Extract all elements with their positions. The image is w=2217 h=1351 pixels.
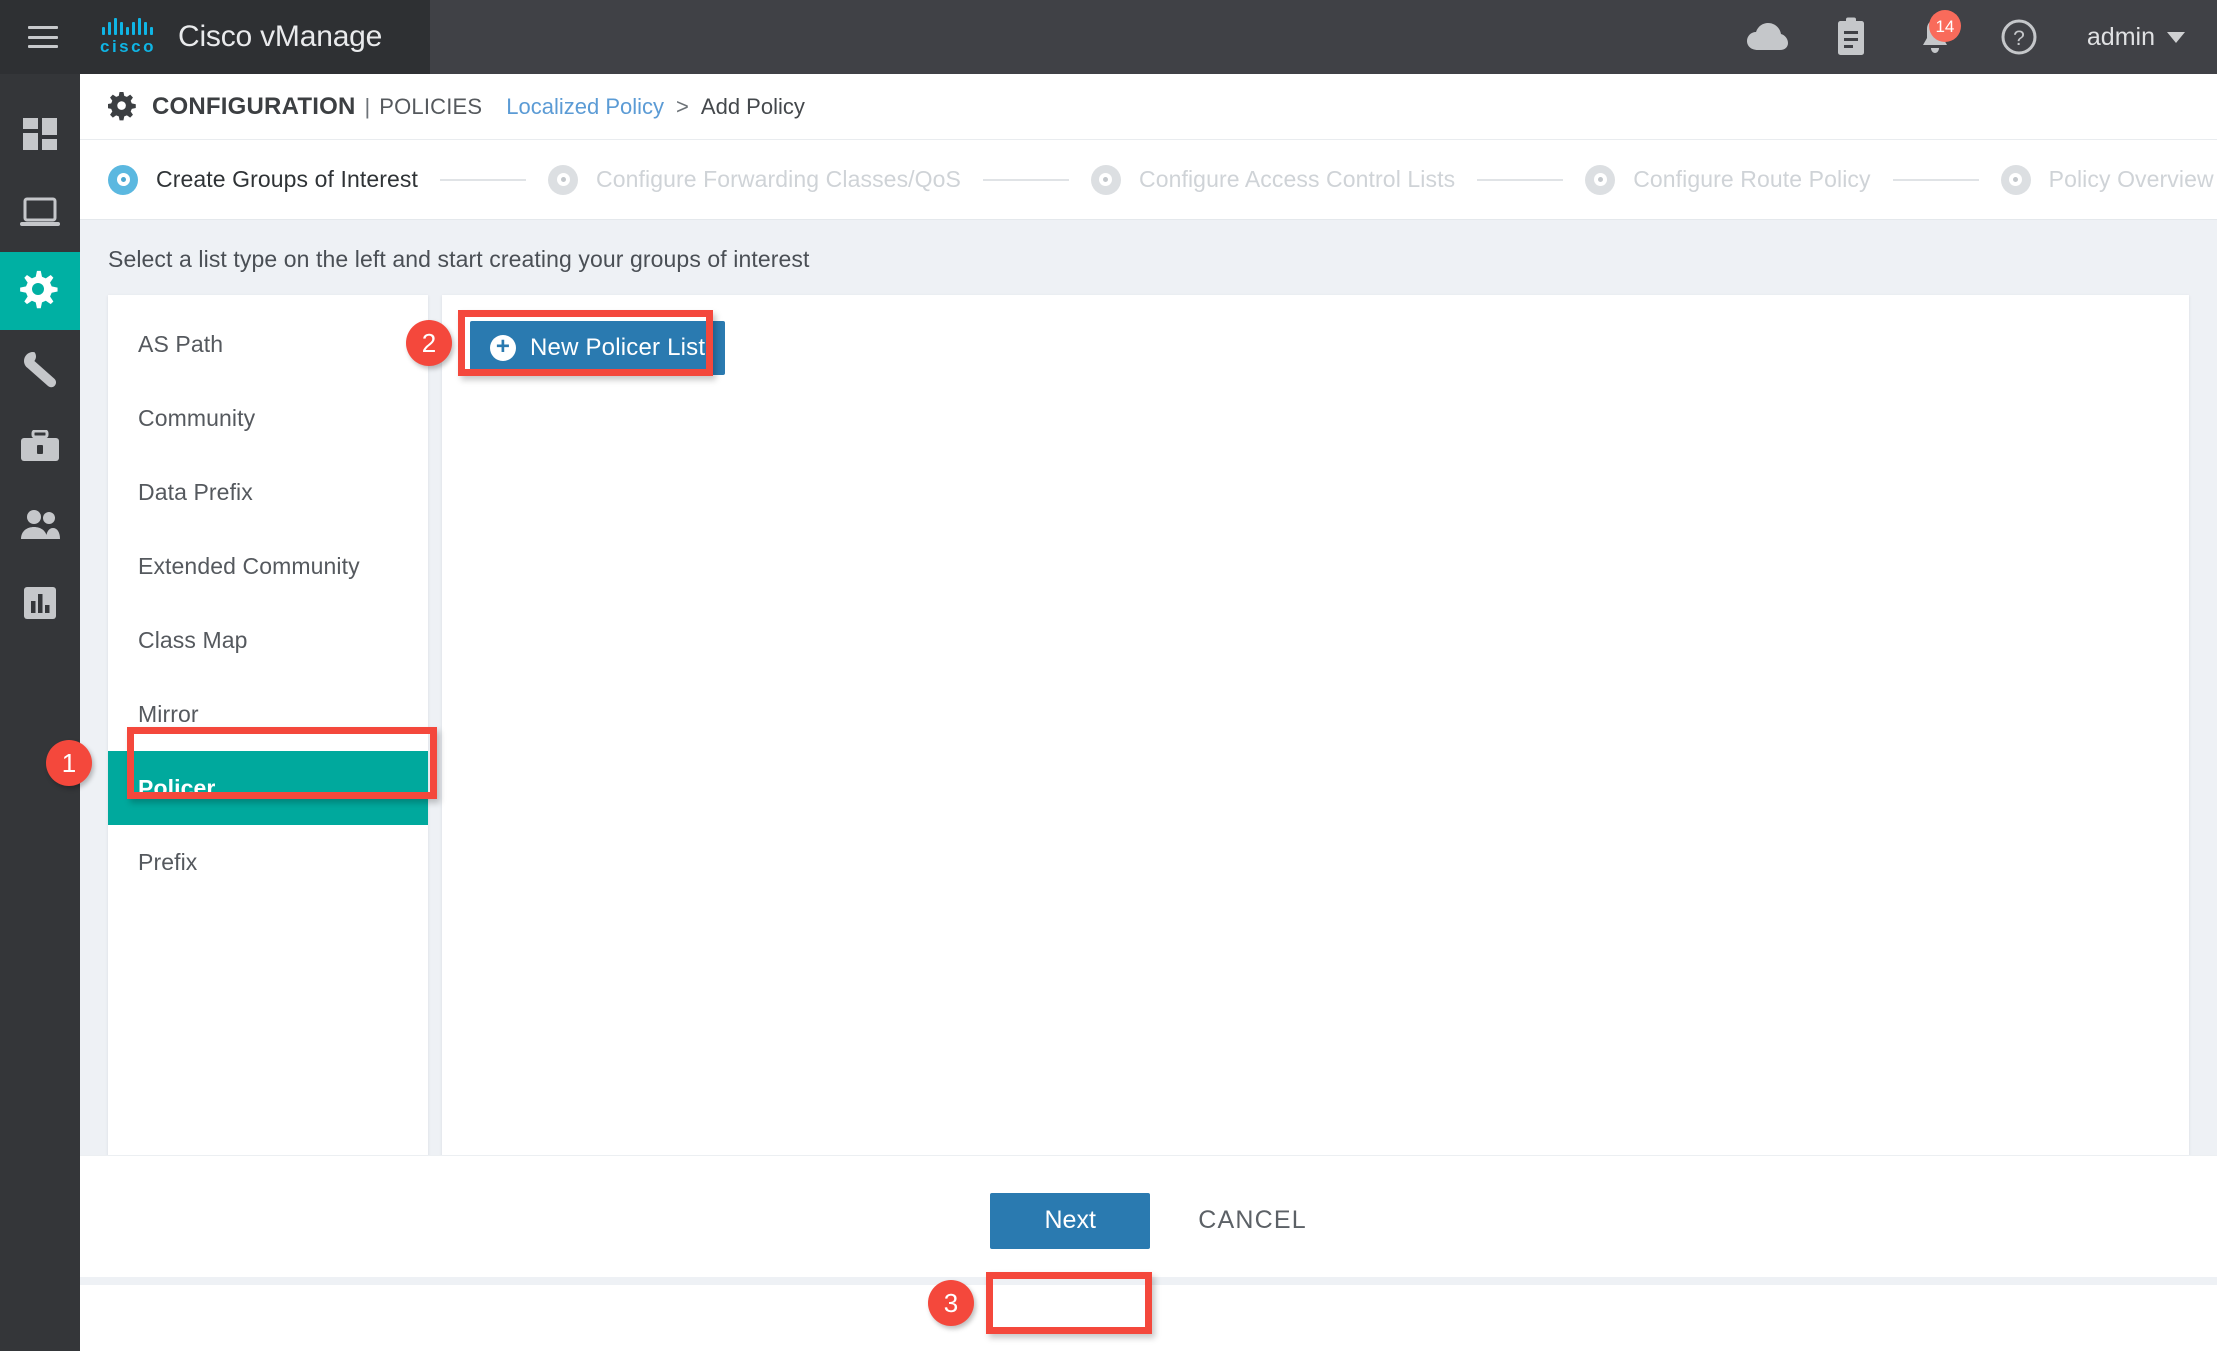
step-policy-overview[interactable]: Policy Overview xyxy=(2001,165,2214,195)
list-item-label: Class Map xyxy=(138,627,248,654)
panels-container: AS Path Community Data Prefix Extended C… xyxy=(108,295,2189,1240)
sidebar-item-reports[interactable] xyxy=(0,564,80,642)
user-menu[interactable]: admin xyxy=(2087,23,2185,52)
alarm-bell-icon[interactable]: 14 xyxy=(1893,0,1977,74)
list-item-label: AS Path xyxy=(138,331,223,358)
briefcase-icon xyxy=(19,430,61,464)
plus-circle-icon: + xyxy=(490,335,516,361)
step-configure-route-policy[interactable]: Configure Route Policy xyxy=(1585,165,1870,195)
wizard-footer: Next CANCEL xyxy=(80,1155,2217,1285)
step-indicator-icon xyxy=(1091,165,1121,195)
step-connector xyxy=(1477,179,1563,181)
sidebar-item-monitor[interactable] xyxy=(0,174,80,252)
list-item-label: Policer xyxy=(138,775,215,802)
step-label: Configure Route Policy xyxy=(1633,166,1870,193)
step-connector xyxy=(440,179,526,181)
step-label: Configure Access Control Lists xyxy=(1139,166,1455,193)
list-item-as-path[interactable]: AS Path xyxy=(108,307,428,381)
list-item-label: Mirror xyxy=(138,701,199,728)
step-create-groups-of-interest[interactable]: Create Groups of Interest xyxy=(108,165,418,195)
list-item-label: Data Prefix xyxy=(138,479,253,506)
sidebar-item-maintenance[interactable] xyxy=(0,408,80,486)
gear-icon xyxy=(19,270,61,312)
cancel-button[interactable]: CANCEL xyxy=(1198,1206,1307,1235)
footer-strip xyxy=(80,1277,2217,1285)
breadcrumb: CONFIGURATION | POLICIES Localized Polic… xyxy=(80,74,2217,140)
step-indicator-icon xyxy=(1585,165,1615,195)
users-icon xyxy=(18,509,62,541)
product-title: Cisco vManage xyxy=(178,20,382,54)
breadcrumb-section: POLICIES xyxy=(379,94,482,120)
alarm-count-badge: 14 xyxy=(1929,10,1961,42)
step-indicator-icon xyxy=(548,165,578,195)
brand-area: cisco Cisco vManage xyxy=(0,0,430,74)
sidebar-item-dashboard[interactable] xyxy=(0,96,80,174)
step-connector xyxy=(1893,179,1979,181)
step-label: Configure Forwarding Classes/QoS xyxy=(596,166,961,193)
main-content: CONFIGURATION | POLICIES Localized Polic… xyxy=(80,74,2217,1351)
list-item-class-map[interactable]: Class Map xyxy=(108,603,428,677)
monitor-laptop-icon xyxy=(19,196,61,230)
bar-chart-icon xyxy=(22,585,58,621)
list-item-prefix[interactable]: Prefix xyxy=(108,825,428,899)
list-item-label: Community xyxy=(138,405,255,432)
step-indicator-icon xyxy=(2001,165,2031,195)
breadcrumb-current: Add Policy xyxy=(701,94,805,120)
vmanage-window: cisco Cisco vManage xyxy=(0,0,2217,1351)
tasks-clipboard-icon[interactable] xyxy=(1809,0,1893,74)
wrench-icon xyxy=(20,349,60,389)
breadcrumb-separator: | xyxy=(364,94,370,120)
cloud-icon[interactable] xyxy=(1725,0,1809,74)
cisco-bars-icon xyxy=(102,18,153,35)
list-item-policer[interactable]: Policer xyxy=(108,751,428,825)
list-item-extended-community[interactable]: Extended Community xyxy=(108,529,428,603)
step-label: Create Groups of Interest xyxy=(156,166,418,193)
step-label: Policy Overview xyxy=(2049,166,2214,193)
dashboard-grid-icon xyxy=(21,116,59,154)
chevron-down-icon xyxy=(2167,32,2185,43)
top-header-bar: cisco Cisco vManage xyxy=(0,0,2217,74)
header-actions: 14 ? admin xyxy=(1725,0,2217,74)
sidebar-item-administration[interactable] xyxy=(0,486,80,564)
next-button[interactable]: Next xyxy=(990,1193,1150,1249)
list-item-data-prefix[interactable]: Data Prefix xyxy=(108,455,428,529)
list-item-mirror[interactable]: Mirror xyxy=(108,677,428,751)
list-item-label: Extended Community xyxy=(138,553,360,580)
list-content-panel: + New Policer List xyxy=(442,295,2189,1240)
sidebar-item-tools[interactable] xyxy=(0,330,80,408)
svg-text:?: ? xyxy=(2013,27,2025,50)
hamburger-menu-icon[interactable] xyxy=(28,26,58,48)
step-configure-access-control-lists[interactable]: Configure Access Control Lists xyxy=(1091,165,1455,195)
sidebar-item-configuration[interactable] xyxy=(0,252,80,330)
cisco-wordmark: cisco xyxy=(100,37,156,57)
step-configure-forwarding-classes-qos[interactable]: Configure Forwarding Classes/QoS xyxy=(548,165,961,195)
new-policer-list-button[interactable]: + New Policer List xyxy=(470,321,725,375)
list-type-panel: AS Path Community Data Prefix Extended C… xyxy=(108,295,428,1240)
step-indicator-icon xyxy=(108,165,138,195)
breadcrumb-arrow-icon: > xyxy=(676,94,689,120)
breadcrumb-title: CONFIGURATION xyxy=(152,93,355,121)
step-connector xyxy=(983,179,1069,181)
list-item-label: Prefix xyxy=(138,849,197,876)
work-area: Select a list type on the left and start… xyxy=(80,220,2217,1155)
gear-icon xyxy=(108,92,138,122)
user-name: admin xyxy=(2087,23,2155,52)
left-nav-rail xyxy=(0,74,80,1351)
new-policer-list-label: New Policer List xyxy=(530,334,705,362)
breadcrumb-link-localized-policy[interactable]: Localized Policy xyxy=(506,94,664,120)
list-item-community[interactable]: Community xyxy=(108,381,428,455)
wizard-stepper: Create Groups of Interest Configure Forw… xyxy=(80,140,2217,220)
help-icon[interactable]: ? xyxy=(1977,0,2061,74)
cisco-logo: cisco xyxy=(100,18,156,57)
instruction-text: Select a list type on the left and start… xyxy=(108,220,2189,295)
